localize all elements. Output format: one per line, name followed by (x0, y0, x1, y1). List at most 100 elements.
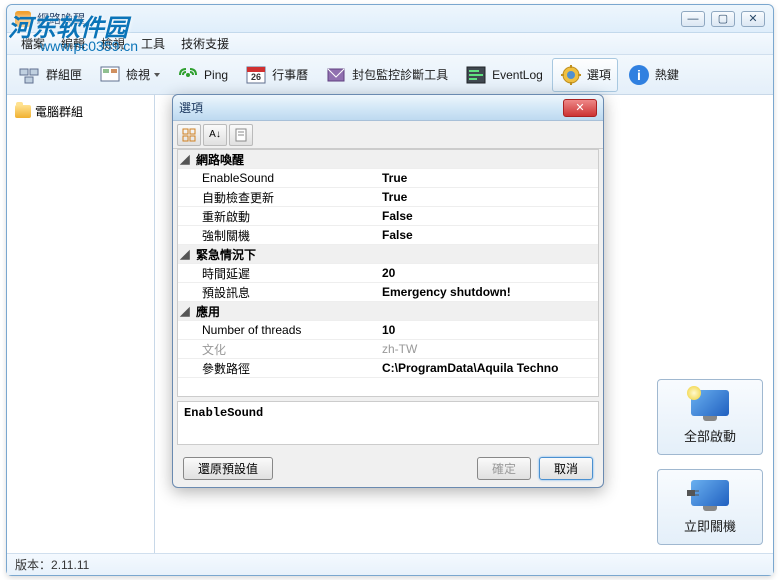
toolbar-eventlog-label: EventLog (492, 68, 543, 82)
dialog-close-button[interactable]: ✕ (563, 99, 597, 117)
toolbar-options-label: 選項 (587, 66, 611, 83)
version-label: 版本： (15, 556, 51, 573)
minimize-button[interactable]: — (681, 11, 705, 27)
cancel-button[interactable]: 取消 (539, 457, 593, 480)
maximize-button[interactable]: ▢ (711, 11, 735, 27)
property-name: 參數路徑 (178, 360, 378, 377)
app-icon (15, 11, 31, 27)
categorize-button[interactable] (177, 124, 201, 146)
side-buttons: 全部啟動 立即關機 (657, 379, 763, 545)
property-value[interactable]: 10 (378, 323, 598, 337)
collapse-icon[interactable]: ◢ (178, 304, 192, 318)
category-label: 緊急情況下 (192, 246, 392, 263)
toolbar-ping-label: Ping (204, 68, 228, 82)
category-label: 網路喚醒 (192, 151, 392, 168)
options-dialog: 選項 ✕ A↓ ◢網路喚醒EnableSoundTrue自動檢查更新True重新… (172, 94, 604, 488)
property-row[interactable]: EnableSoundTrue (178, 169, 598, 188)
property-row[interactable]: Number of threads10 (178, 321, 598, 340)
toolbar-packet-label: 封包監控診斷工具 (352, 66, 448, 83)
toolbar-view[interactable]: 檢視 (91, 58, 167, 92)
tree-root[interactable]: 電腦群組 (13, 101, 148, 122)
groupbox-icon (18, 63, 42, 87)
toolbar-options[interactable]: 選項 (552, 58, 618, 92)
ok-button[interactable]: 確定 (477, 457, 531, 480)
chevron-down-icon (154, 73, 160, 77)
view-icon (98, 63, 122, 87)
gear-icon (559, 63, 583, 87)
property-row[interactable]: 自動檢查更新True (178, 188, 598, 207)
property-grid[interactable]: ◢網路喚醒EnableSoundTrue自動檢查更新True重新啟動False強… (177, 149, 599, 397)
folder-icon (15, 105, 31, 118)
menu-file[interactable]: 檔案 (13, 33, 53, 54)
property-row[interactable]: 文化zh-TW (178, 340, 598, 359)
monitor-bulb-icon (690, 390, 730, 422)
property-row[interactable]: 參數路徑C:\ProgramData\Aquila Techno (178, 359, 598, 378)
property-value[interactable]: True (378, 171, 598, 185)
tree-root-label: 電腦群組 (35, 103, 83, 120)
property-row[interactable]: 時間延遲20 (178, 264, 598, 283)
toolbar-calendar-label: 行事曆 (272, 66, 308, 83)
property-name: 重新啟動 (178, 208, 378, 225)
alphabetize-button[interactable]: A↓ (203, 124, 227, 146)
ping-icon (176, 63, 200, 87)
start-all-button[interactable]: 全部啟動 (657, 379, 763, 455)
shutdown-button[interactable]: 立即關機 (657, 469, 763, 545)
toolbar-hotkey-label: 熱鍵 (655, 66, 679, 83)
property-row[interactable]: 重新啟動False (178, 207, 598, 226)
packet-icon (324, 63, 348, 87)
menu-view[interactable]: 檢視 (93, 33, 133, 54)
monitor-plug-icon (690, 480, 730, 512)
property-page-button[interactable] (229, 124, 253, 146)
shutdown-label: 立即關機 (684, 516, 736, 535)
titlebar: 網路喚醒 — ▢ ✕ (7, 5, 773, 33)
property-name: 時間延遲 (178, 265, 378, 282)
property-name: 強制關機 (178, 227, 378, 244)
property-name: 預設訊息 (178, 284, 378, 301)
property-category[interactable]: ◢網路喚醒 (178, 150, 598, 169)
property-value[interactable]: True (378, 190, 598, 204)
menubar: 檔案 編輯 檢視 工具 技術支援 (7, 33, 773, 55)
toolbar-calendar[interactable]: 26 行事曆 (237, 58, 315, 92)
property-value[interactable]: Emergency shutdown! (378, 285, 598, 299)
property-description: EnableSound (177, 401, 599, 445)
property-row[interactable]: 預設訊息Emergency shutdown! (178, 283, 598, 302)
collapse-icon[interactable]: ◢ (178, 152, 192, 166)
property-name: EnableSound (178, 171, 378, 185)
toolbar-groupbox-label: 群組匣 (46, 66, 82, 83)
dialog-button-row: 還原預設值 確定 取消 (173, 449, 603, 487)
toolbar-view-label: 檢視 (126, 66, 150, 83)
toolbar-packet[interactable]: 封包監控診斷工具 (317, 58, 455, 92)
toolbar-groupbox[interactable]: 群組匣 (11, 58, 89, 92)
property-value[interactable]: zh-TW (378, 342, 598, 356)
category-label: 應用 (192, 303, 392, 320)
collapse-icon[interactable]: ◢ (178, 247, 192, 261)
property-value[interactable]: False (378, 228, 598, 242)
menu-support[interactable]: 技術支援 (173, 33, 237, 54)
toolbar-hotkey[interactable]: i 熱鍵 (620, 58, 686, 92)
window-title: 網路喚醒 (37, 10, 681, 27)
property-category[interactable]: ◢應用 (178, 302, 598, 321)
eventlog-icon (464, 63, 488, 87)
menu-tools[interactable]: 工具 (133, 33, 173, 54)
svg-text:26: 26 (251, 72, 261, 82)
window-controls: — ▢ ✕ (681, 11, 765, 27)
svg-text:i: i (637, 67, 641, 83)
property-value[interactable]: C:\ProgramData\Aquila Techno (378, 361, 598, 375)
toolbar-ping[interactable]: Ping (169, 58, 235, 92)
dialog-titlebar: 選項 ✕ (173, 95, 603, 121)
property-row[interactable]: 強制關機False (178, 226, 598, 245)
toolbar: 群組匣 檢視 Ping 26 行事曆 封包監控診斷工具 EventLog 選項 (7, 55, 773, 95)
dialog-title: 選項 (179, 99, 563, 116)
calendar-icon: 26 (244, 63, 268, 87)
info-icon: i (627, 63, 651, 87)
property-name: 文化 (178, 341, 378, 358)
property-value[interactable]: 20 (378, 266, 598, 280)
property-category[interactable]: ◢緊急情況下 (178, 245, 598, 264)
property-value[interactable]: False (378, 209, 598, 223)
start-all-label: 全部啟動 (684, 426, 736, 445)
toolbar-eventlog[interactable]: EventLog (457, 58, 550, 92)
restore-defaults-button[interactable]: 還原預設值 (183, 457, 273, 480)
tree-panel: 電腦群組 (7, 95, 155, 553)
menu-edit[interactable]: 編輯 (53, 33, 93, 54)
close-button[interactable]: ✕ (741, 11, 765, 27)
